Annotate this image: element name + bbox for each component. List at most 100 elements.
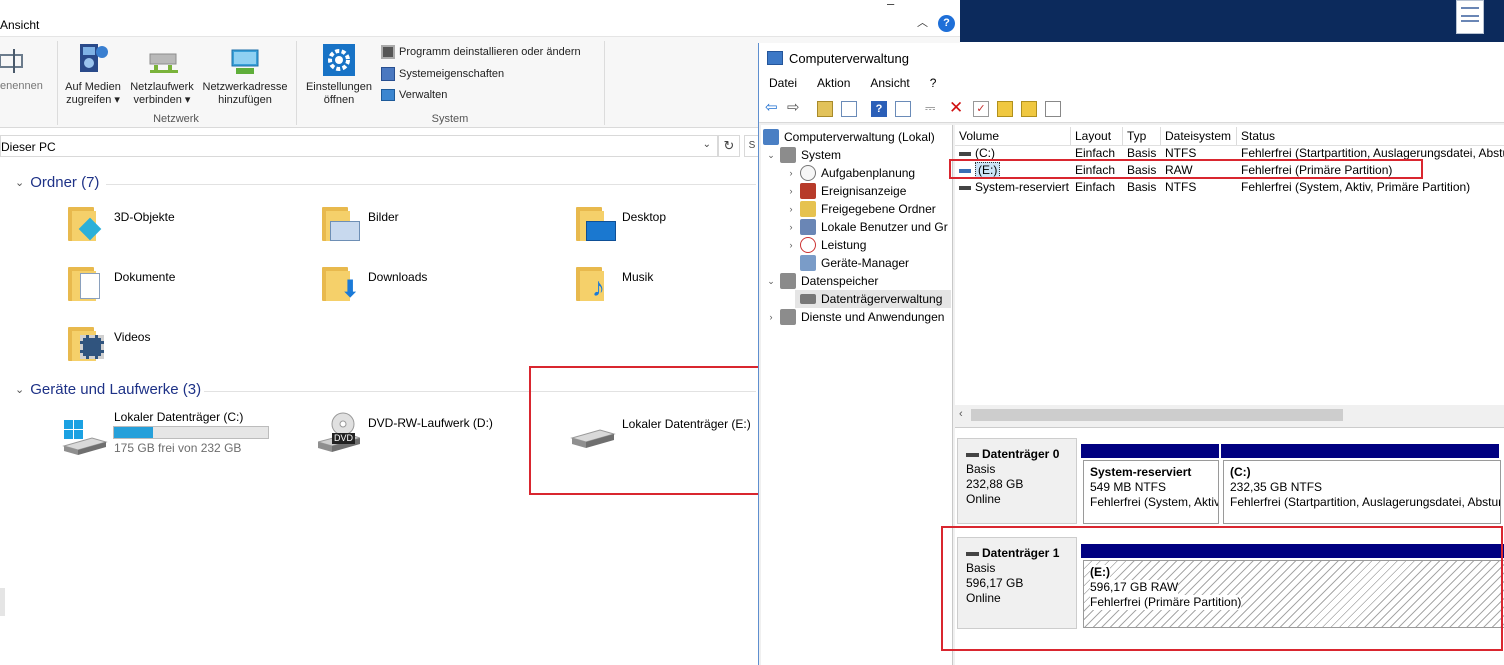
documents-folder-icon [68,263,106,301]
open-settings-button[interactable]: Einstellungen öffnen [300,37,378,107]
event-viewer-icon [800,183,816,199]
column-header[interactable]: Dateisystem [1161,127,1237,145]
rename-button[interactable]: enennen [0,80,43,93]
scrollbar-thumb[interactable] [971,409,1343,421]
status-cell: Fehlerfrei (System, Aktiv, Primäre Parti… [1241,180,1471,194]
horizontal-scrollbar[interactable]: ‹ [955,405,1504,425]
column-header[interactable]: Layout [1071,127,1123,145]
column-header[interactable]: Typ [1123,127,1161,145]
chevron-down-icon[interactable]: ⌄ [767,276,775,287]
media-icon [78,42,108,76]
show-hide-tree-icon[interactable] [841,101,857,117]
folder-item[interactable]: Videos [68,323,268,369]
properties-icon[interactable] [895,101,911,117]
menu-help[interactable]: ? [920,73,947,95]
tree-label: Freigegebene Ordner [821,202,936,216]
folder-up-icon[interactable] [997,101,1013,117]
forward-arrow-icon[interactable]: ⇨ [787,100,803,117]
map-drive-button[interactable]: Netzlaufwerk verbinden ▾ [126,37,198,107]
partition-system-reserved[interactable]: System-reserviert 549 MB NTFS Fehlerfrei… [1083,460,1219,524]
folder-item[interactable]: Bilder [322,203,522,249]
settings-label-2: öffnen [323,94,355,106]
folder-item[interactable]: Dokumente [68,263,268,309]
add-network-label-2: hinzufügen [218,94,272,106]
tree-item-lokale-benutzer[interactable]: › Lokale Benutzer und Gr [787,218,948,236]
tree-item-leistung[interactable]: › Leistung [787,236,866,254]
drive-item[interactable]: Lokaler Datenträger (C:) 175 GB frei von… [62,406,272,458]
add-network-location-button[interactable]: Netzwerkadresse hinzufügen [200,37,290,107]
tree-label: Ereignisanzeige [821,184,907,198]
search-folder-icon[interactable] [1021,101,1037,117]
section-ordner-title: Ordner (7) [30,174,100,191]
partition-header-bar [1221,444,1499,458]
address-bar[interactable]: Dieser PC ⌄ [0,135,718,157]
help-icon[interactable]: ? [938,15,955,32]
tree-item-root[interactable]: Computerverwaltung (Lokal) [763,128,935,146]
tree-item-geraete-manager[interactable]: Geräte-Manager [800,254,909,272]
chevron-down-icon[interactable]: ⌄ [703,139,711,150]
section-devices[interactable]: ⌄ Geräte und Laufwerke (3) [15,381,201,398]
ribbon-divider [57,41,58,125]
folder-item[interactable]: ⬇ Downloads [322,263,522,309]
partition-c[interactable]: (C:) 232,35 GB NTFS Fehlerfrei (Startpar… [1223,460,1501,524]
tools-icon [780,147,796,163]
tree-item-ereignisanzeige[interactable]: › Ereignisanzeige [787,182,906,200]
users-icon [800,219,816,235]
settings-gear-icon [323,44,355,76]
system-properties-button[interactable]: Systemeigenschaften [381,67,504,81]
minimize-icon[interactable]: ‒ [887,0,894,11]
tree-item-datenspeicher[interactable]: ⌄ Datenspeicher [767,272,878,290]
drive-item[interactable]: DVD DVD-RW-Laufwerk (D:) [316,410,518,456]
highlight-box [529,366,765,495]
document-icon[interactable] [1456,0,1484,34]
tree-item-dienste[interactable]: › Dienste und Anwendungen [767,308,944,326]
computer-icon [763,129,779,145]
media-access-button[interactable]: Auf Medien zugreifen ▾ [62,37,124,107]
folder-label: Musik [622,270,654,284]
menu-ansicht[interactable]: Ansicht [860,73,919,95]
drive-label: DVD-RW-Laufwerk (D:) [368,416,493,430]
drive-usage-bar [113,426,269,439]
chevron-right-icon[interactable]: › [787,222,795,232]
chevron-up-icon[interactable]: ︿ [917,14,928,30]
back-arrow-icon[interactable]: ⇦ [765,100,781,117]
column-header[interactable]: Volume [955,127,1071,145]
nav-pane-edge [0,158,6,665]
chevron-down-icon: ⌄ [15,384,25,396]
tree-item-freigegebene-ordner[interactable]: › Freigegebene Ordner [787,200,936,218]
table-row[interactable]: System-reserviert Einfach Basis NTFS Feh… [955,179,1504,196]
tree-item-aufgabenplanung[interactable]: › Aufgabenplanung [787,164,915,182]
chevron-down-icon[interactable]: ⌄ [767,150,775,161]
chevron-right-icon[interactable]: › [787,186,795,196]
help-icon[interactable]: ? [871,101,887,117]
manage-button[interactable]: Verwalten [381,89,447,101]
downloads-folder-icon: ⬇ [322,263,360,302]
folder-item[interactable]: Desktop [576,203,756,249]
refresh-icon[interactable]: ↻ [718,135,740,157]
menu-datei[interactable]: Datei [759,73,807,95]
section-ordner[interactable]: ⌄ Ordner (7) [15,174,99,191]
list-icon[interactable] [1045,101,1061,117]
tree-item-system[interactable]: ⌄ System [767,146,841,164]
tree-item-datentraegerverwaltung[interactable]: Datenträgerverwaltung [795,290,951,308]
chevron-right-icon[interactable]: › [787,204,795,214]
delete-icon[interactable]: ✕ [949,99,965,117]
disk-0-label[interactable]: Datenträger 0 Basis 232,88 GB Online [957,438,1077,524]
folder-label: 3D-Objekte [114,210,175,224]
up-folder-icon[interactable] [817,101,833,117]
map-drive-label-2: verbinden ▾ [133,94,191,106]
chevron-right-icon[interactable]: › [787,168,795,178]
menu-aktion[interactable]: Aktion [807,73,860,95]
uninstall-program-button[interactable]: Programm deinstallieren oder ändern [381,45,581,59]
chevron-right-icon[interactable]: › [787,240,795,250]
folder-item[interactable]: ♪ Musik [576,263,756,309]
checklist-icon[interactable]: ✓ [973,101,989,117]
connect-icon[interactable]: ⎓ [925,101,941,117]
chevron-left-icon[interactable]: ‹ [959,408,963,420]
folder-item[interactable]: 3D-Objekte [68,203,268,249]
column-header[interactable]: Status [1237,127,1504,145]
tab-ansicht[interactable]: Ansicht [0,18,39,32]
network-location-icon [230,48,260,76]
chevron-right-icon[interactable]: › [767,312,775,322]
folder-label: Desktop [622,210,667,224]
